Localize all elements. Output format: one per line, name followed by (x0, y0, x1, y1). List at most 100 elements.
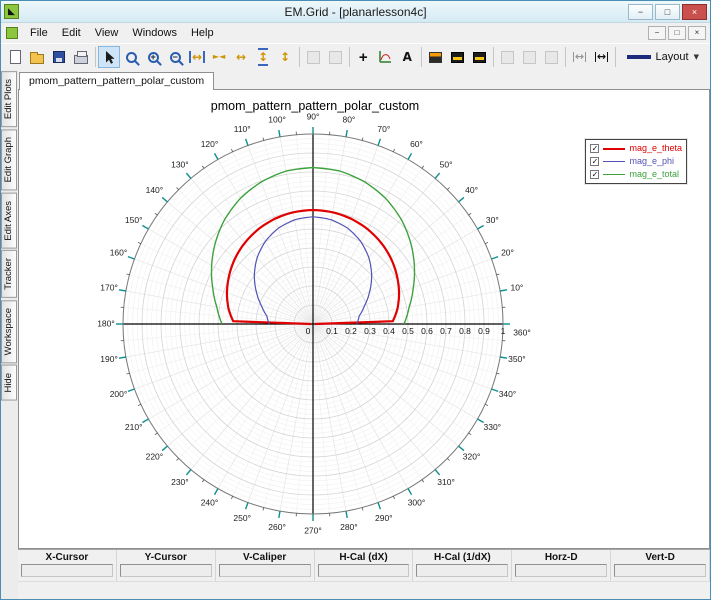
menu-help[interactable]: Help (184, 25, 221, 41)
angle-label: 100° (268, 114, 286, 124)
child-restore-button[interactable]: □ (668, 26, 686, 40)
tool-extra-4-button (518, 46, 540, 68)
angle-label: 300° (408, 498, 426, 508)
expand-horizontal-button[interactable]: ↔ (186, 46, 208, 68)
open-file-button[interactable] (26, 46, 48, 68)
angle-tick (435, 173, 440, 178)
text-label-icon: A (403, 51, 412, 63)
readout-col-y-cursor: Y-Cursor (117, 550, 216, 581)
layout-label: Layout (656, 51, 689, 63)
document-tabs: pmom_pattern_pattern_polar_custom (18, 70, 710, 89)
angle-tick (346, 511, 347, 518)
zoom-window-button[interactable] (120, 46, 142, 68)
h-distance-button[interactable]: ↔ (590, 46, 612, 68)
chevron-down-icon: ▼ (694, 53, 699, 61)
palette-dark-2-button[interactable] (468, 46, 490, 68)
angle-label: 240° (201, 498, 219, 508)
restore-button[interactable]: □ (655, 4, 680, 20)
angle-tick (119, 290, 126, 291)
readout-value-h-cal-1-dx (416, 564, 508, 577)
sidebar-tab-hide[interactable]: Hide (1, 365, 17, 401)
close-button[interactable]: × (682, 4, 707, 20)
angle-label: 290° (375, 513, 393, 523)
menu-edit[interactable]: Edit (55, 25, 88, 41)
angle-tick (279, 511, 280, 518)
child-window-controls: −□× (648, 26, 706, 40)
readout-label: Y-Cursor (117, 550, 215, 564)
tracker-axes-button[interactable] (374, 46, 396, 68)
readout-label: V-Caliper (216, 550, 314, 564)
angle-tick (279, 130, 280, 137)
readout-label: H-Cal (1/dX) (413, 550, 511, 564)
tool-extra-2-button (324, 46, 346, 68)
menu-view[interactable]: View (88, 25, 126, 41)
zoom-out-button[interactable]: − (164, 46, 186, 68)
angle-label: 250° (233, 513, 251, 523)
new-document-button[interactable] (4, 46, 26, 68)
radial-label: 0.9 (478, 326, 490, 336)
angle-tick (447, 458, 449, 460)
angle-label: 180° (97, 318, 115, 328)
readout-value-vert-d (614, 564, 706, 577)
angle-label: 210° (125, 422, 143, 432)
legend-row-mag-e-total: ✓mag_e_total (590, 168, 682, 181)
angle-label: 330° (484, 422, 502, 432)
titlebar[interactable]: ◣ EM.Grid - [planarlesson4c] −□× (1, 1, 710, 23)
add-marker-button[interactable]: + (352, 46, 374, 68)
sidebar-tab-edit-graph[interactable]: Edit Graph (1, 129, 17, 190)
zoom-in-icon: + (148, 52, 159, 63)
document-window-icon[interactable] (6, 27, 18, 39)
radial-label: 0.1 (326, 326, 338, 336)
layout-dropdown-button[interactable]: Layout ▼ (619, 46, 707, 68)
h-distance-icon: ↔ (595, 52, 608, 62)
fit-vertical-button[interactable]: ↕ (274, 46, 296, 68)
angle-label: 360° (513, 327, 531, 337)
tool-extra-5-button (540, 46, 562, 68)
sidebar-tab-tracker[interactable]: Tracker (1, 250, 17, 298)
angle-tick (435, 470, 440, 475)
angle-tick (155, 213, 158, 215)
angle-label: 200° (110, 389, 128, 399)
tab-polar-custom[interactable]: pmom_pattern_pattern_polar_custom (19, 72, 214, 90)
palette-dark-1-button[interactable] (446, 46, 468, 68)
angle-label: 10° (510, 282, 523, 292)
legend-label: mag_e_phi (629, 157, 674, 166)
text-label-button[interactable]: A (396, 46, 418, 68)
save-file-button[interactable] (48, 46, 70, 68)
legend-checkbox-mag-e-phi[interactable]: ✓ (590, 157, 599, 166)
fit-vertical-icon: ↕ (280, 51, 290, 63)
child-close-button[interactable]: × (688, 26, 706, 40)
fit-horizontal-button[interactable]: ↔ (230, 46, 252, 68)
legend-checkbox-mag-e-total[interactable]: ✓ (590, 170, 599, 179)
print-button[interactable] (70, 46, 92, 68)
select-pointer-button[interactable] (98, 46, 120, 68)
menu-file[interactable]: File (23, 25, 55, 41)
angle-tick (128, 257, 135, 259)
angle-tick (485, 242, 488, 243)
menu-windows[interactable]: Windows (125, 25, 184, 41)
plot-area: 10°20°30°40°50°60°70°80°90°100°110°120°1… (18, 89, 710, 549)
sidebar-tab-edit-plots[interactable]: Edit Plots (1, 71, 17, 127)
readout-value-v-caliper (219, 564, 311, 577)
angle-tick (362, 508, 363, 511)
readout-col-h-cal-dx: H-Cal (dX) (315, 550, 414, 581)
angle-label: 80° (342, 114, 355, 124)
zoom-in-button[interactable]: + (142, 46, 164, 68)
minimize-button[interactable]: − (628, 4, 653, 20)
angle-tick (231, 496, 232, 499)
sidebar-tab-edit-axes[interactable]: Edit Axes (1, 193, 17, 249)
palette-dark-1-icon (451, 52, 464, 63)
sidebar-tab-workspace[interactable]: Workspace (1, 300, 17, 363)
compress-horizontal-button[interactable]: ►◄ (208, 46, 230, 68)
palette-orange-button[interactable] (424, 46, 446, 68)
open-file-icon (30, 54, 44, 64)
radial-label: 0.6 (421, 326, 433, 336)
tool-extra-3-button (496, 46, 518, 68)
expand-vertical-button[interactable]: ↕ (252, 46, 274, 68)
child-minimize-button[interactable]: − (648, 26, 666, 40)
angle-tick (497, 373, 500, 374)
legend-checkbox-mag-e-theta[interactable]: ✓ (590, 144, 599, 153)
palette-orange-icon (429, 52, 442, 63)
angle-tick (142, 419, 148, 423)
angle-tick (485, 404, 488, 405)
